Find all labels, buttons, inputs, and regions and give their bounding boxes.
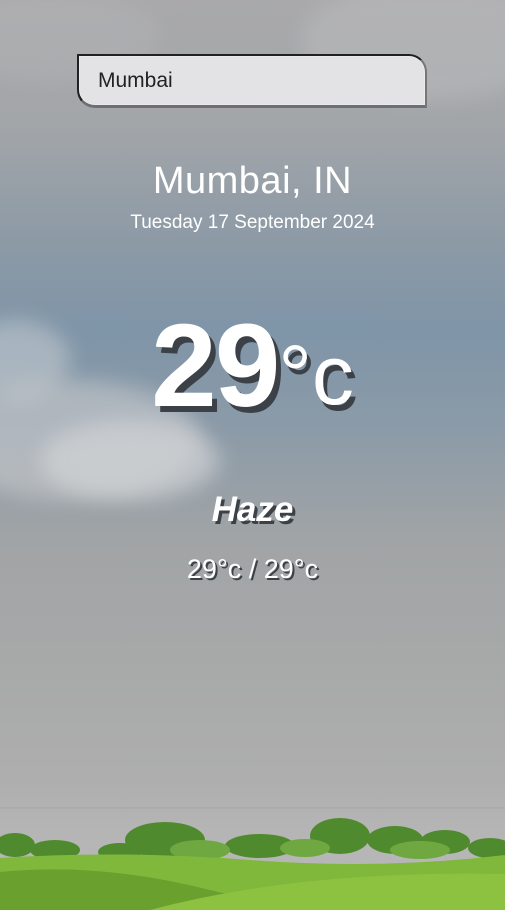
location-title: Mumbai, IN — [152, 160, 353, 202]
temperature-display: 29°c — [0, 298, 505, 434]
temperature-range: 29°c / 29°c — [186, 554, 319, 584]
background-image — [0, 0, 505, 910]
landscape-hills — [0, 807, 505, 910]
temperature-value: 29 — [151, 300, 280, 432]
temperature-unit: °c — [278, 328, 354, 422]
weather-condition: Haze — [211, 490, 294, 529]
search-input[interactable] — [77, 54, 427, 108]
current-date: Tuesday 17 September 2024 — [130, 212, 375, 233]
